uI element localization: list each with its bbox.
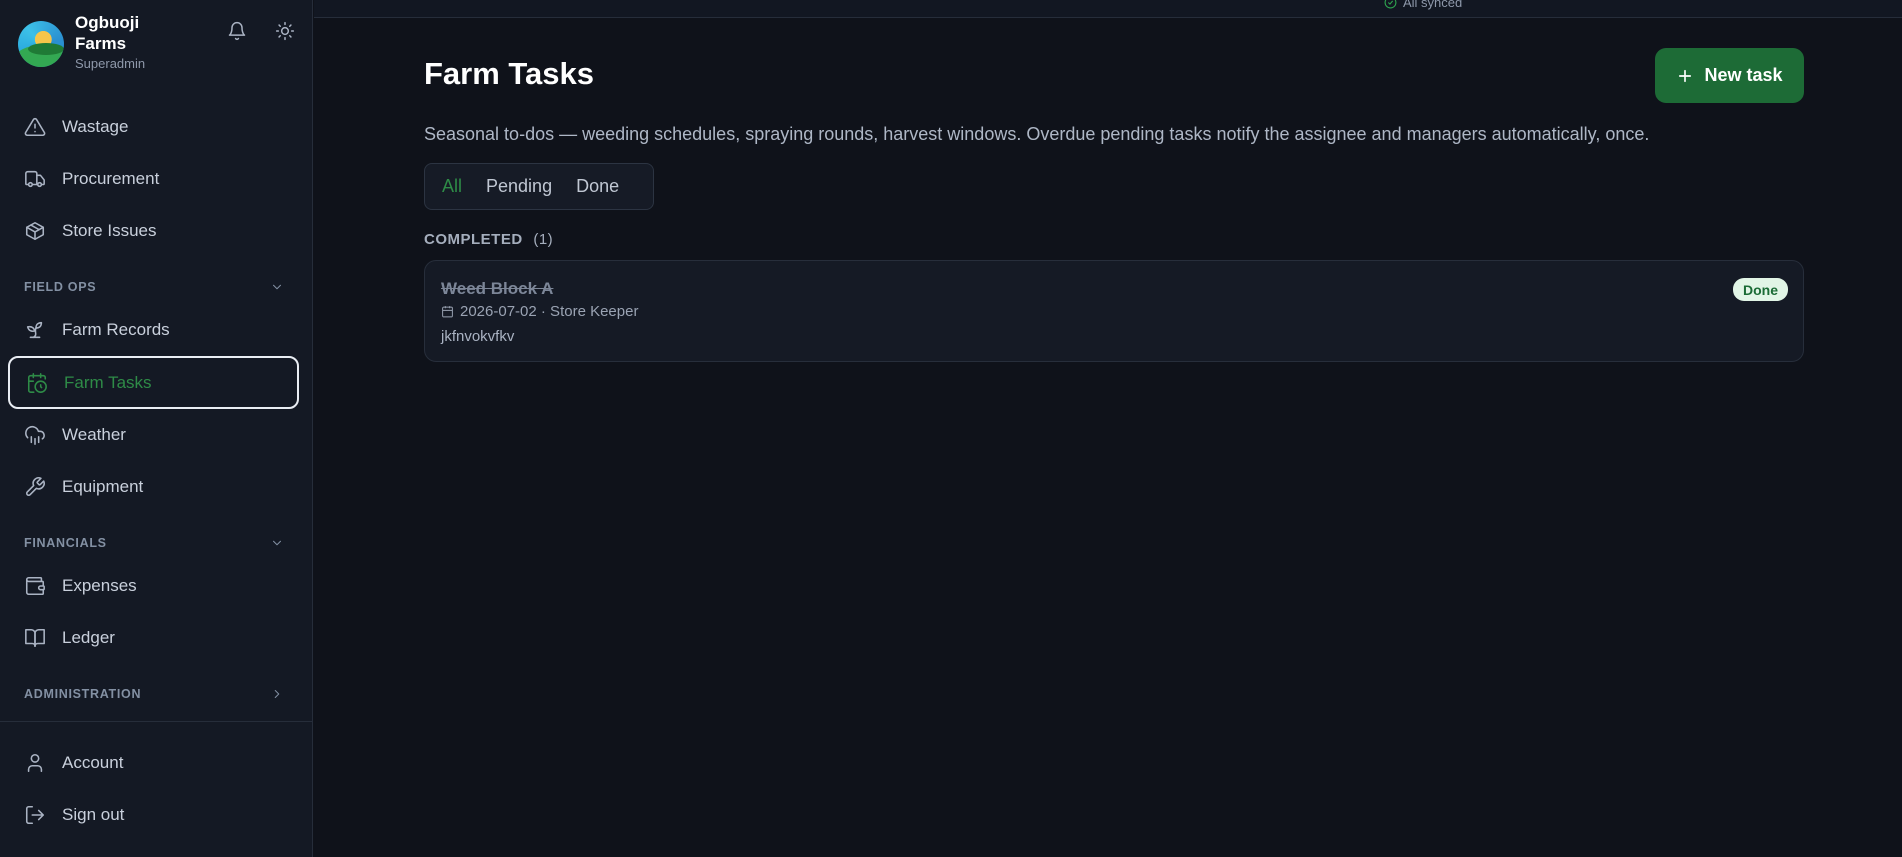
filter-pending[interactable]: Pending xyxy=(486,176,552,197)
sidebar-item-label: Expenses xyxy=(62,576,137,595)
check-circle-icon xyxy=(1384,0,1397,9)
task-date-assignee: 2026-07-02 · Store Keeper xyxy=(460,303,639,320)
sidebar-item-label: Farm Records xyxy=(62,320,170,339)
logout-icon xyxy=(25,805,45,825)
bell-icon[interactable] xyxy=(226,20,248,42)
truck-icon xyxy=(25,170,45,188)
sidebar-item-farm-records[interactable]: Farm Records xyxy=(8,305,298,355)
sidebar-item-label: Equipment xyxy=(62,477,144,496)
task-note: jkfnvokvfkv xyxy=(441,328,515,345)
sidebar-item-sign-out[interactable]: Sign out xyxy=(8,790,298,840)
package-icon xyxy=(25,221,45,241)
sidebar-item-wastage[interactable]: Wastage xyxy=(8,102,298,152)
chevron-right-icon xyxy=(274,689,280,699)
sidebar-item-label: Account xyxy=(62,753,124,772)
sidebar-item-farm-tasks[interactable]: Farm Tasks xyxy=(8,356,299,409)
user-role: Superadmin xyxy=(75,56,146,71)
section-title: FIELD OPS xyxy=(24,280,97,294)
sprout-icon xyxy=(26,321,43,339)
sidebar-item-expenses[interactable]: Expenses xyxy=(8,561,298,611)
divider xyxy=(0,721,313,722)
section-field-ops[interactable]: FIELD OPS xyxy=(24,277,284,297)
sun-icon[interactable] xyxy=(274,20,296,42)
task-title: Weed Block A xyxy=(441,279,554,298)
section-title: FINANCIALS xyxy=(24,536,107,550)
brand-name: Ogbuoji Farms xyxy=(75,13,140,53)
sidebar-item-label: Wastage xyxy=(62,117,129,136)
chevron-down-icon xyxy=(272,284,282,290)
book-icon xyxy=(25,628,45,648)
user-icon xyxy=(27,753,43,773)
filter-all[interactable]: All xyxy=(442,176,462,197)
new-task-button[interactable]: New task xyxy=(1655,48,1804,103)
sidebar-item-ledger[interactable]: Ledger xyxy=(8,613,298,663)
wallet-icon xyxy=(25,576,45,596)
task-card[interactable]: Weed Block A 2026-07-02 · Store Keeper j… xyxy=(424,260,1804,362)
filter-done[interactable]: Done xyxy=(576,176,619,197)
sync-status: All synced xyxy=(1384,0,1462,10)
cloud-rain-icon xyxy=(25,425,45,445)
section-financials[interactable]: FINANCIALS xyxy=(24,533,284,553)
chevron-down-icon xyxy=(272,540,282,546)
group-count: (1) xyxy=(533,231,554,248)
sidebar-item-label: Procurement xyxy=(62,169,160,188)
status-badge: Done xyxy=(1733,278,1788,301)
sidebar-item-label: Ledger xyxy=(62,628,115,647)
topbar: All synced xyxy=(314,0,1902,18)
sidebar-item-procurement[interactable]: Procurement xyxy=(8,154,298,204)
sync-status-text: All synced xyxy=(1403,0,1463,10)
status-filter: All Pending Done xyxy=(424,163,654,210)
plus-icon xyxy=(1679,69,1692,82)
sidebar-item-account[interactable]: Account xyxy=(8,738,298,788)
group-title: COMPLETED xyxy=(424,231,523,248)
wrench-icon xyxy=(26,477,45,496)
sidebar-item-store-issues[interactable]: Store Issues xyxy=(8,206,298,256)
sidebar-item-equipment[interactable]: Equipment xyxy=(8,462,298,512)
sidebar-item-weather[interactable]: Weather xyxy=(8,410,298,460)
section-title: ADMINISTRATION xyxy=(24,687,142,701)
group-heading: COMPLETED (1) xyxy=(424,231,553,248)
sidebar-item-label: Weather xyxy=(62,425,126,444)
sidebar-item-label: Farm Tasks xyxy=(64,372,152,392)
farm-logo xyxy=(18,21,64,67)
sidebar-item-label: Sign out xyxy=(62,805,125,824)
calendar-clock-icon xyxy=(27,372,47,393)
page-title: Farm Tasks xyxy=(424,56,595,91)
warning-icon xyxy=(24,117,46,137)
sidebar-item-label: Store Issues xyxy=(62,221,157,240)
calendar-icon xyxy=(442,306,453,318)
task-meta: 2026-07-02 · Store Keeper xyxy=(441,303,638,320)
sidebar: Ogbuoji Farms Superadmin Wastage Procure… xyxy=(0,0,313,857)
new-task-label: New task xyxy=(1704,65,1783,85)
page-description: Seasonal to-dos — weeding schedules, spr… xyxy=(424,124,1650,144)
section-administration[interactable]: ADMINISTRATION xyxy=(24,684,284,704)
